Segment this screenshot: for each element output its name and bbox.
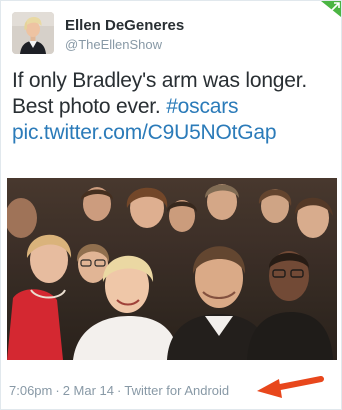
- tweet-card: Ellen DeGeneres @TheEllenShow If only Br…: [0, 0, 342, 410]
- red-arrow-icon: [257, 376, 324, 398]
- avatar[interactable]: [12, 12, 54, 54]
- tweet-photo[interactable]: [7, 178, 337, 360]
- avatar-image: [12, 12, 54, 54]
- author-handle[interactable]: @TheEllenShow: [65, 37, 162, 53]
- media-link[interactable]: pic.twitter.com/C9U5NOtGap: [12, 120, 332, 146]
- tweet-text-line-2: Best photo ever. #oscars: [12, 94, 332, 120]
- tweet-text-plain: Best photo ever.: [12, 95, 167, 118]
- selfie-photo-image: [7, 178, 337, 360]
- author-name[interactable]: Ellen DeGeneres: [65, 17, 184, 35]
- meta-separator-1: ·: [55, 383, 60, 398]
- tweet-time[interactable]: 7:06pm: [9, 383, 52, 398]
- tweet-meta: 7:06pm · 2 Mar 14 · Twitter for Android: [9, 383, 229, 399]
- follow-arrow-icon: [331, 2, 340, 11]
- tweet-date[interactable]: 2 Mar 14: [63, 383, 114, 398]
- tweet-text-line-1: If only Bradley's arm was longer.: [12, 69, 308, 92]
- hashtag-link[interactable]: #oscars: [166, 95, 238, 118]
- tweet-source[interactable]: Twitter for Android: [124, 383, 229, 398]
- tweet-text: If only Bradley's arm was longer. Best p…: [12, 68, 332, 146]
- meta-separator-2: ·: [117, 383, 122, 398]
- corner-badge[interactable]: [321, 1, 341, 17]
